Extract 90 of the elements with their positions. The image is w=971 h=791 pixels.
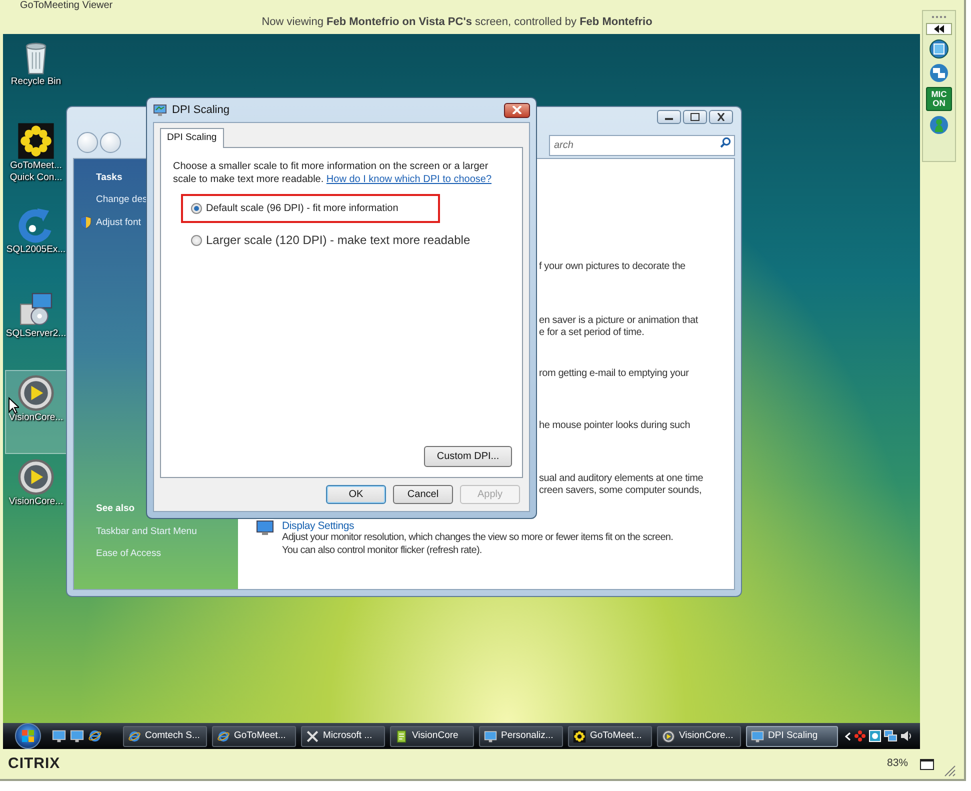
globe-icon[interactable] <box>88 729 102 743</box>
desktop-shortcut[interactable]: SQLServer2... <box>5 286 67 370</box>
close-button[interactable] <box>709 110 733 124</box>
flower-icon <box>573 730 586 742</box>
desktop-shortcut[interactable]: VisionCore... <box>5 454 67 538</box>
taskbar-button[interactable]: VisionCore... <box>657 726 741 746</box>
zoom-level: 83% <box>886 756 908 772</box>
maximize-button[interactable] <box>683 110 707 124</box>
search-field[interactable]: arch <box>549 135 735 156</box>
window-title: GoToMeeting Viewer <box>19 0 114 12</box>
close-icon <box>512 106 522 114</box>
monitor-icon <box>153 104 167 116</box>
resize-grip-icon[interactable] <box>944 765 956 777</box>
radio-button[interactable] <box>191 203 202 214</box>
close-button[interactable] <box>504 102 530 118</box>
taskbar-button[interactable]: VisionCore <box>390 726 474 746</box>
help-link[interactable]: How do I know which DPI to choose? <box>326 174 492 186</box>
chevron-icon[interactable] <box>845 732 851 740</box>
mic-button[interactable]: MIC ON <box>926 87 952 111</box>
disc-icon <box>17 458 55 496</box>
description-text: he mouse pointer looks during such <box>539 420 692 432</box>
close-icon <box>716 113 726 121</box>
taskbar-button[interactable]: GoToMeet... <box>568 726 652 746</box>
radio-button[interactable] <box>191 234 202 246</box>
globe-icon <box>128 730 141 742</box>
shortcut-label: SQLServer2... <box>6 328 66 340</box>
monitor-icon[interactable] <box>52 729 66 743</box>
dialog-button[interactable]: Cancel <box>393 485 453 504</box>
maximize-icon <box>690 113 700 121</box>
taskbar-button[interactable]: Personaliz... <box>479 726 563 746</box>
desktop-shortcut[interactable]: GoToMeet... Quick Con... <box>5 118 67 202</box>
pane-heading: Tasks <box>96 171 122 185</box>
mouse-pointer-icon <box>8 397 19 414</box>
back-button[interactable] <box>77 132 98 153</box>
app-icon[interactable] <box>869 730 881 742</box>
description-text: f your own pictures to decorate the <box>539 261 686 274</box>
taskbar-button[interactable]: DPI Scaling <box>746 726 838 746</box>
description-text: Choose a smaller scale to fit more information on the screen or a larger scale to make text more readable. How do I know which DPI to choose? <box>173 160 493 186</box>
description-text: sual and auditory elements at one time creen savers, some computer sounds, <box>539 472 704 498</box>
collapse-button[interactable] <box>926 23 952 35</box>
task-link[interactable]: Adjust font <box>96 216 141 230</box>
flower-icon <box>17 122 55 160</box>
network-icon[interactable] <box>884 730 897 742</box>
speaker-icon[interactable] <box>900 730 912 742</box>
shortcut-label: SQL2005Ex... <box>6 244 66 256</box>
dialog-button[interactable]: OK <box>326 485 386 504</box>
display-settings-link[interactable]: Display Settings <box>282 520 674 532</box>
desktop-shortcut[interactable]: Recycle Bin <box>5 34 67 118</box>
person-globe-icon[interactable] <box>929 115 949 135</box>
desktop-shortcut[interactable]: SQL2005Ex... <box>5 202 67 286</box>
option-label: Default scale (96 DPI) - fit more information <box>206 202 398 216</box>
taskbar-button[interactable]: GoToMeet... <box>212 726 296 746</box>
shield-icon <box>80 216 92 230</box>
flower-icon[interactable] <box>854 730 866 742</box>
shortcut-label: Recycle Bin <box>10 76 62 88</box>
installer-icon <box>17 290 55 328</box>
dialog-title: DPI Scaling <box>172 102 230 118</box>
description-text: Adjust your monitor resolution, which changes the view so more or fewer items fit on the screen. You can also control monitor flicker (refresh rate). <box>282 532 674 557</box>
monitor-icon <box>484 730 497 742</box>
banner-text: Now viewing Feb Montefrio on Vista PC's screen, controlled by Feb Montefrio <box>260 15 654 30</box>
description-text: rom getting e-mail to emptying your <box>539 368 690 380</box>
monitor-icon <box>751 730 764 742</box>
minimize-button[interactable] <box>657 110 681 124</box>
disc-icon <box>17 374 55 412</box>
tools-icon <box>306 730 319 742</box>
logo: CITRIX <box>8 754 60 774</box>
forward-button[interactable] <box>100 132 121 153</box>
document-icon <box>395 730 408 742</box>
globe-icon <box>217 730 230 742</box>
pane-heading: See also <box>96 502 135 516</box>
option-label: Larger scale (120 DPI) - make text more readable <box>206 232 470 250</box>
custom-dpi-button[interactable]: Custom DPI... <box>424 446 512 467</box>
taskbar-button[interactable]: Comtech S... <box>123 726 207 746</box>
disc-icon <box>662 730 675 742</box>
description-text: en saver is a picture or animation that e for a set period of time. <box>539 314 700 340</box>
double-arrow-icon <box>933 25 945 33</box>
screen-icon[interactable] <box>929 39 949 59</box>
search-icon <box>720 137 731 148</box>
monitor-icon[interactable] <box>70 729 84 743</box>
shortcut-label: VisionCore... <box>8 412 64 424</box>
shortcut-label: GoToMeet... Quick Con... <box>10 160 62 184</box>
share-icon[interactable] <box>929 63 949 83</box>
four-squares-icon <box>21 729 35 743</box>
shortcut-label: VisionCore... <box>8 496 64 508</box>
window-size-icon[interactable] <box>920 758 934 770</box>
tab[interactable]: DPI Scaling <box>160 128 224 148</box>
monitor-icon <box>256 520 274 536</box>
taskbar-button[interactable]: Microsoft ... <box>301 726 385 746</box>
grip-icon <box>932 15 946 19</box>
start-button[interactable] <box>15 723 41 749</box>
